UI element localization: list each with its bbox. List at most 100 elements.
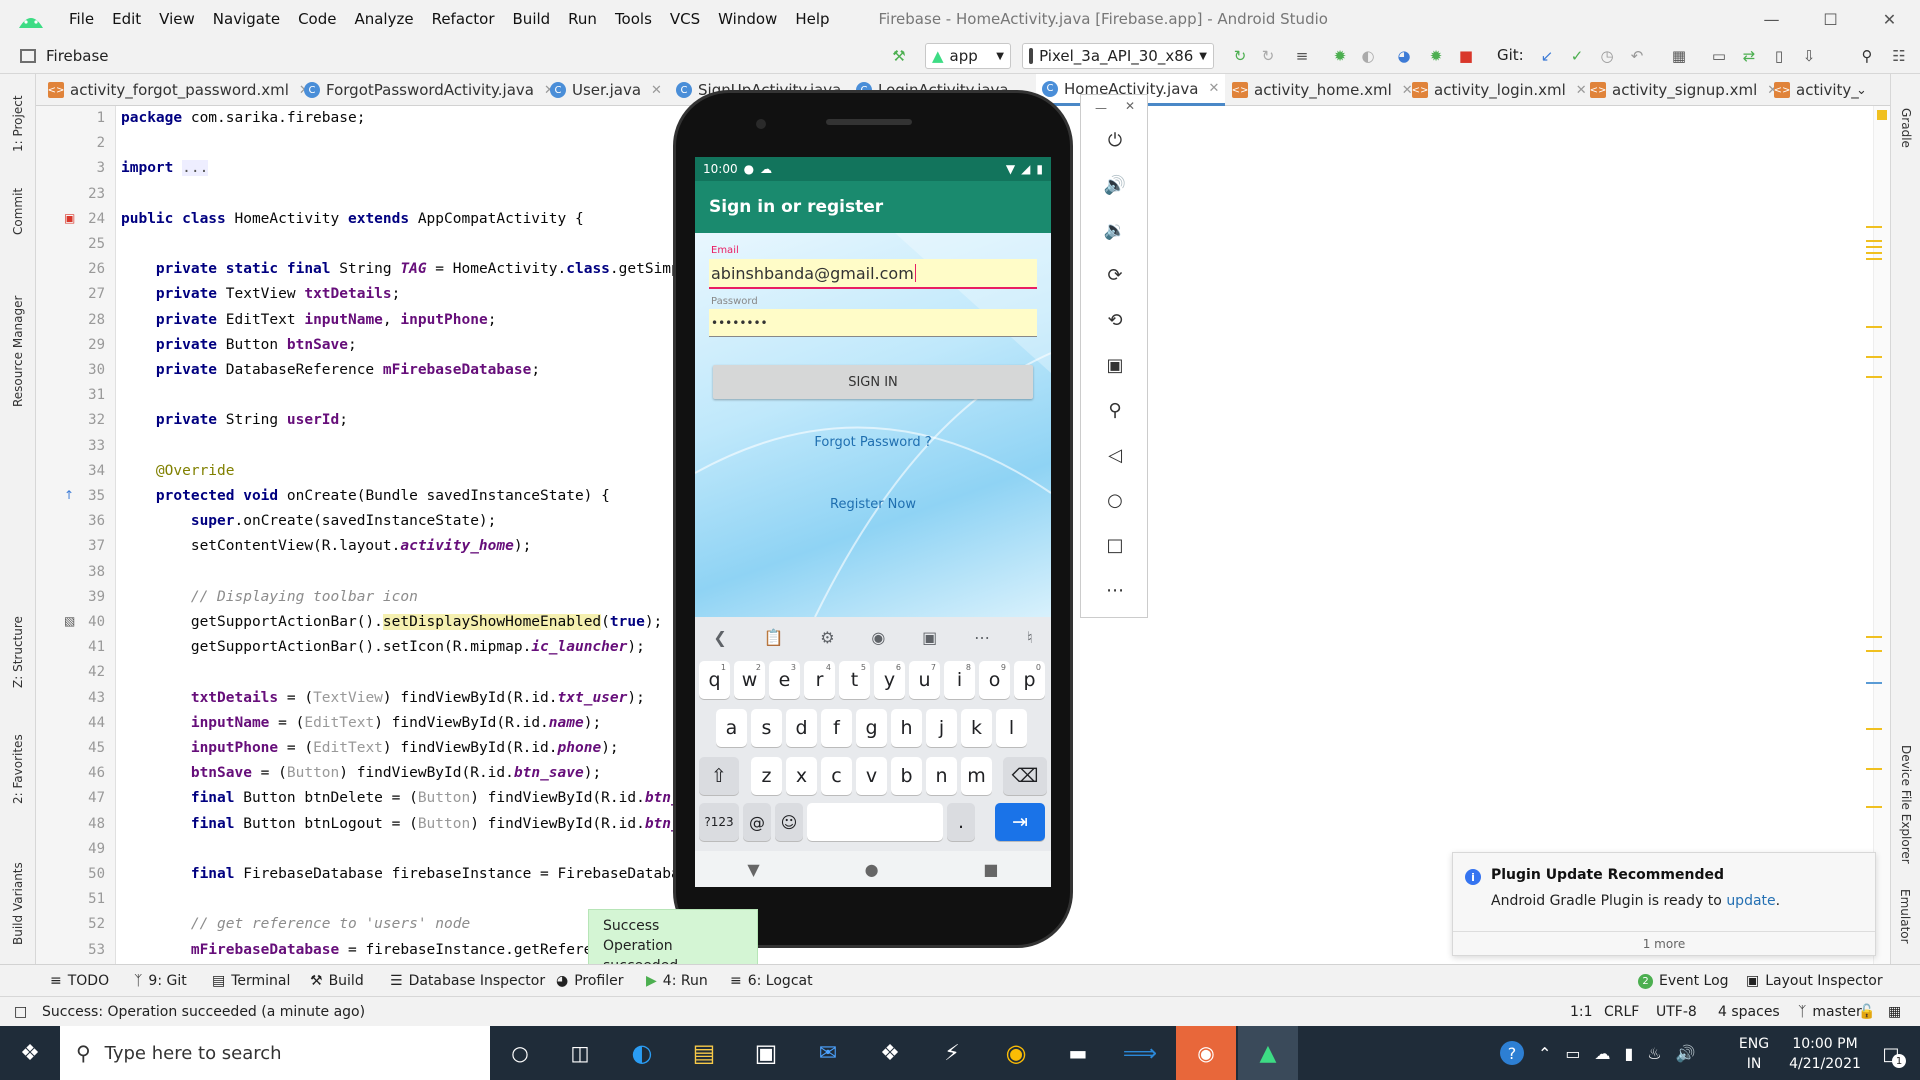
override-method-icon[interactable]: ↑ (64, 488, 74, 502)
caret-position[interactable]: 1:1 (1570, 997, 1593, 1027)
indent-setting[interactable]: 4 spaces (1718, 997, 1780, 1027)
overview-square-icon[interactable]: □ (1081, 530, 1149, 560)
status-message[interactable]: Success: Operation succeeded (a minute a… (42, 997, 365, 1027)
vscode-icon[interactable]: ⟹ (1110, 1026, 1170, 1080)
key-z[interactable]: z (751, 757, 782, 795)
code-line[interactable]: // get reference to 'users' node (121, 916, 470, 932)
tool-build-variants[interactable]: Build Variants (0, 849, 36, 959)
update-link[interactable]: update (1726, 893, 1775, 909)
key-q[interactable]: q1 (699, 661, 730, 699)
keyboard-settings-icon[interactable]: ⚙ (820, 628, 834, 647)
tab-activity-forgot-password[interactable]: <> activity_forgot_password.xml✕ (48, 74, 310, 106)
key-i[interactable]: i8 (944, 661, 975, 699)
key-l[interactable]: l (996, 709, 1027, 747)
sign-in-button[interactable]: SIGN IN (713, 365, 1033, 399)
key-t[interactable]: t5 (839, 661, 870, 699)
chrome-icon[interactable]: ◉ (986, 1026, 1046, 1080)
key-w[interactable]: w2 (734, 661, 765, 699)
avd-manager-icon[interactable]: ▯ (1768, 45, 1790, 67)
tool-structure[interactable]: Z: Structure (0, 607, 36, 697)
menu-analyze[interactable]: Analyze (345, 10, 422, 28)
code-line[interactable]: private TextView txtDetails; (121, 286, 400, 302)
code-line[interactable]: btnSave = (Button) findViewById(R.id.btn… (121, 765, 601, 781)
close-tab-icon[interactable]: ✕ (1208, 81, 1219, 96)
image-resource-icon[interactable]: ▧ (64, 614, 75, 628)
dropbox-icon[interactable]: ❖ (860, 1026, 920, 1080)
line-separator[interactable]: CRLF (1604, 997, 1639, 1027)
close-tab-icon[interactable]: ✕ (1576, 83, 1587, 98)
apply-changes-icon[interactable]: ↻ (1229, 45, 1251, 67)
code-line[interactable]: super.onCreate(savedInstanceState); (121, 513, 497, 529)
clipboard-icon[interactable]: 📋 (764, 628, 784, 647)
help-icon[interactable]: ? (1500, 1041, 1524, 1065)
menu-view[interactable]: View (150, 10, 204, 28)
key-m[interactable]: m (961, 757, 992, 795)
tool-database-inspector[interactable]: ☰ Database Inspector (390, 965, 545, 997)
code-line[interactable]: final Button btnLogout = (Button) findVi… (121, 816, 750, 832)
code-line[interactable]: inputName = (EditText) findViewById(R.id… (121, 715, 601, 731)
key-x[interactable]: x (786, 757, 817, 795)
code-line[interactable]: getSupportActionBar().setIcon(R.mipmap.i… (121, 639, 645, 655)
lock-icon[interactable]: 🔓 (1858, 997, 1875, 1027)
run-config-select[interactable]: ▲ app ▼ (925, 43, 1011, 69)
attach-debugger-icon[interactable]: ✹ (1425, 45, 1447, 67)
action-center-icon[interactable]: □ 1 (1874, 1040, 1908, 1068)
code-line[interactable]: private String userId; (121, 412, 348, 428)
register-now-link[interactable]: Register Now (695, 497, 1051, 512)
tab-forgot-password-activity[interactable]: C ForgotPasswordActivity.java✕ (304, 74, 555, 106)
project-structure-icon[interactable]: ▦ (1668, 45, 1690, 67)
taskbar-search-box[interactable]: ⚲ Type here to search (60, 1026, 490, 1080)
winamp-bolt-icon[interactable]: ⚡ (922, 1026, 982, 1080)
device-manager-icon[interactable]: ▭ (1708, 45, 1730, 67)
code-line[interactable]: getSupportActionBar().setDisplayShowHome… (121, 614, 662, 630)
search-icon[interactable]: ⚲ (1856, 45, 1878, 67)
nav-recents-icon[interactable]: ■ (983, 860, 998, 879)
tool-gradle[interactable]: Gradle (1891, 88, 1920, 168)
code-line[interactable]: final Button btnDelete = (Button) findVi… (121, 790, 750, 806)
project-breadcrumb[interactable]: Firebase (46, 47, 109, 65)
code-line[interactable]: // Displaying toolbar icon (121, 589, 418, 605)
at-key[interactable]: @ (743, 803, 771, 841)
minimize-button[interactable]: — (1742, 0, 1801, 38)
microsoft-store-icon[interactable]: ▣ (736, 1026, 796, 1080)
code-line[interactable]: import ... (121, 160, 209, 177)
rotate-right-icon[interactable]: ⟲ (1081, 305, 1149, 335)
coverage-icon[interactable]: ◐ (1357, 45, 1379, 67)
key-f[interactable]: f (821, 709, 852, 747)
key-c[interactable]: c (821, 757, 852, 795)
key-e[interactable]: e3 (769, 661, 800, 699)
menu-code[interactable]: Code (289, 10, 345, 28)
onedrive-icon[interactable]: ☁ (1595, 1044, 1611, 1063)
tab-activity-signup[interactable]: <> activity_signup.xml ✕ (1590, 74, 1779, 106)
debug-icon[interactable]: ✹ (1329, 45, 1351, 67)
backspace-key[interactable]: ⌫ (1003, 757, 1047, 795)
tabs-overflow-chevron-icon[interactable]: ⌄ (1856, 74, 1867, 106)
code-line[interactable]: private EditText inputName, inputPhone; (121, 312, 497, 328)
emulator-close-icon[interactable]: ✕ (1125, 99, 1135, 113)
sync-gradle-icon[interactable]: ⇄ (1738, 45, 1760, 67)
emoji-key[interactable]: ☺ (775, 803, 803, 841)
tab-activity-home[interactable]: <> activity_home.xml ✕ (1232, 74, 1413, 106)
forgot-password-link[interactable]: Forgot Password ? (695, 435, 1051, 450)
code-line[interactable]: protected void onCreate(Bundle savedInst… (121, 488, 610, 504)
battery-icon[interactable]: ▮ (1625, 1044, 1634, 1063)
command-prompt-icon[interactable]: ▬ (1048, 1026, 1108, 1080)
code-line[interactable]: txtDetails = (TextView) findViewById(R.i… (121, 690, 645, 706)
settings-icon[interactable]: ☷ (1888, 45, 1910, 67)
git-commit-icon[interactable]: ✓ (1566, 45, 1588, 67)
emulator-minimize-icon[interactable]: — (1095, 101, 1107, 115)
code-line[interactable]: inputPhone = (EditText) findViewById(R.i… (121, 740, 619, 756)
nav-back-icon[interactable]: ▼ (747, 860, 759, 879)
email-input[interactable]: abinshbanda@gmail.com (709, 259, 1037, 289)
menu-navigate[interactable]: Navigate (204, 10, 289, 28)
tool-layout-inspector[interactable]: ▣ Layout Inspector (1746, 965, 1883, 997)
space-key[interactable] (807, 803, 943, 841)
key-y[interactable]: y6 (874, 661, 905, 699)
power-icon[interactable]: ⏻ (1081, 125, 1149, 155)
volume-down-icon[interactable]: 🔉 (1081, 215, 1149, 245)
maximize-button[interactable]: ☐ (1801, 0, 1860, 38)
layout-reference-icon[interactable]: ▣ (64, 211, 75, 225)
key-v[interactable]: v (856, 757, 887, 795)
tab-user[interactable]: C User.java ✕ (550, 74, 662, 106)
key-r[interactable]: r4 (804, 661, 835, 699)
